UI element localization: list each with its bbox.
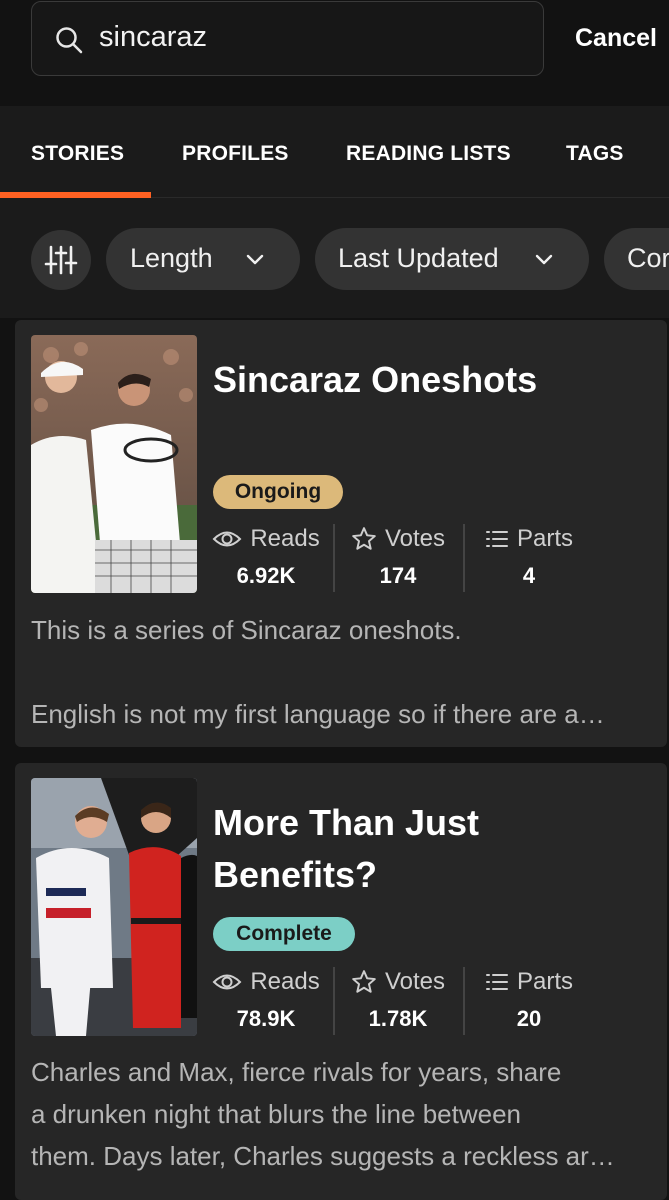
eye-icon	[212, 531, 242, 547]
tab-reading-lists[interactable]: READING LISTS	[346, 142, 511, 166]
story-description: Charles and Max, fierce rivals for years…	[31, 1051, 655, 1177]
last-updated-filter-dropdown[interactable]: Last Updated	[315, 228, 589, 290]
cancel-button[interactable]: Cancel	[575, 24, 657, 53]
chevron-down-icon	[246, 254, 264, 265]
parts-stat: Parts 4	[481, 525, 577, 589]
story-card[interactable]: Sincaraz Oneshots Ongoing Reads 6.92K Vo…	[15, 320, 667, 747]
stat-divider	[333, 967, 335, 1035]
stat-divider	[463, 967, 465, 1035]
votes-label: Votes	[384, 525, 446, 552]
parts-stat: Parts 20	[481, 968, 577, 1032]
filter-settings-button[interactable]	[31, 230, 91, 290]
list-icon	[485, 974, 508, 990]
story-card[interactable]: More Than Just Benefits? Complete Reads …	[15, 763, 667, 1200]
star-icon	[352, 970, 376, 993]
description-line: This is a series of Sincaraz oneshots.	[31, 615, 462, 645]
status-badge: Complete	[213, 917, 355, 951]
reads-label: Reads	[250, 525, 320, 552]
tab-stories[interactable]: STORIES	[31, 142, 124, 166]
tab-bar: STORIES PROFILES READING LISTS TAGS	[0, 106, 669, 198]
story-title-line: Benefits?	[213, 854, 378, 895]
search-icon	[56, 27, 83, 54]
story-description: This is a series of Sincaraz oneshots. E…	[31, 609, 655, 735]
content-filter-dropdown[interactable]: Cor	[604, 228, 669, 290]
content-filter-label: Cor	[627, 243, 669, 273]
parts-value: 4	[522, 563, 536, 588]
story-cover-image	[31, 778, 197, 1036]
tab-tags[interactable]: TAGS	[566, 142, 624, 166]
description-line: Charles and Max, fierce rivals for years…	[31, 1057, 562, 1087]
reads-stat: Reads 6.92K	[211, 525, 321, 589]
search-input[interactable]: sincaraz	[31, 1, 544, 76]
reads-stat: Reads 78.9K	[211, 968, 321, 1032]
parts-value: 20	[516, 1006, 542, 1031]
list-icon	[485, 531, 508, 547]
length-filter-dropdown[interactable]: Length	[106, 228, 300, 290]
eye-icon	[212, 974, 242, 990]
tab-profiles[interactable]: PROFILES	[182, 142, 289, 166]
search-header: sincaraz Cancel	[0, 0, 669, 106]
description-line: a drunken night that blurs the line betw…	[31, 1099, 522, 1129]
story-cover-image	[31, 335, 197, 593]
story-title[interactable]: More Than Just Benefits?	[213, 797, 653, 901]
filter-bar: Length Last Updated Cor	[0, 198, 669, 318]
star-icon	[352, 527, 376, 550]
votes-stat: Votes 174	[348, 525, 448, 589]
reads-value: 6.92K	[236, 563, 296, 588]
parts-label: Parts	[516, 525, 573, 552]
story-title-line: More Than Just	[213, 802, 480, 843]
stat-divider	[333, 524, 335, 592]
reads-value: 78.9K	[236, 1006, 296, 1031]
reads-label: Reads	[250, 968, 320, 995]
description-line	[31, 651, 655, 693]
length-filter-label: Length	[130, 243, 213, 273]
story-title[interactable]: Sincaraz Oneshots	[213, 354, 653, 406]
chevron-down-icon	[535, 254, 553, 265]
description-line: English is not my first language so if t…	[31, 699, 605, 729]
last-updated-filter-label: Last Updated	[338, 243, 499, 273]
sliders-icon	[44, 245, 78, 275]
description-line: them. Days later, Charles suggests a rec…	[31, 1141, 615, 1171]
stat-divider	[463, 524, 465, 592]
parts-label: Parts	[516, 968, 573, 995]
votes-value: 1.78K	[368, 1006, 428, 1031]
status-badge: Ongoing	[213, 475, 343, 509]
votes-value: 174	[379, 563, 417, 588]
search-query: sincaraz	[99, 21, 207, 53]
votes-stat: Votes 1.78K	[348, 968, 448, 1032]
votes-label: Votes	[384, 968, 446, 995]
